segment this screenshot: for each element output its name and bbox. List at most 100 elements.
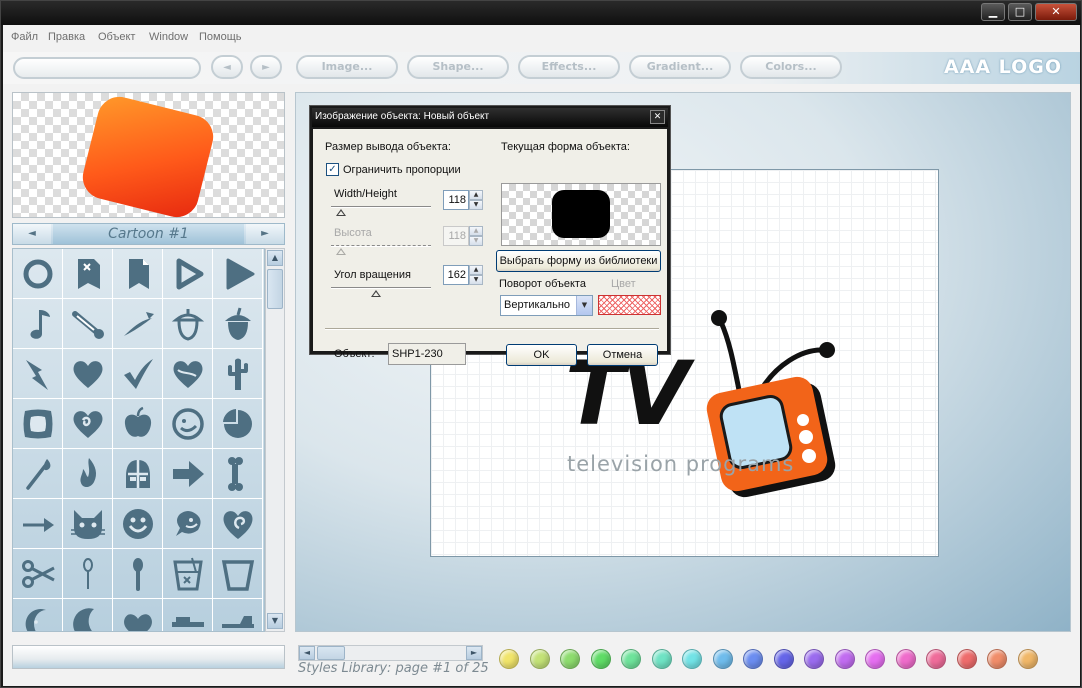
scroll-down-button[interactable]: ▼ bbox=[267, 613, 283, 629]
status-field[interactable] bbox=[12, 645, 285, 669]
shape-cell[interactable] bbox=[163, 599, 213, 631]
shape-cell[interactable] bbox=[113, 399, 163, 449]
shape-cell[interactable] bbox=[163, 399, 213, 449]
shape-cell[interactable] bbox=[213, 599, 263, 631]
shape-cell[interactable] bbox=[163, 449, 213, 499]
color-swatch[interactable] bbox=[834, 649, 855, 669]
rotation-spinner[interactable]: 162 ▲ ▼ bbox=[443, 265, 483, 285]
shape-cell[interactable] bbox=[113, 599, 163, 631]
close-button[interactable]: ✕ bbox=[1035, 3, 1077, 21]
colors-button[interactable]: Colors... bbox=[740, 55, 842, 79]
shape-cell[interactable] bbox=[113, 449, 163, 499]
color-swatch[interactable] bbox=[651, 649, 672, 669]
shape-cell[interactable] bbox=[163, 299, 213, 349]
canvas-h-scrollbar[interactable]: ◄ ► bbox=[298, 645, 483, 661]
maximize-button[interactable]: □ bbox=[1008, 3, 1032, 21]
menu-item-1[interactable]: Правка bbox=[48, 31, 85, 43]
shape-cell[interactable] bbox=[113, 349, 163, 399]
rotation-slider-thumb[interactable] bbox=[371, 290, 381, 297]
shape-cell[interactable] bbox=[163, 549, 213, 599]
h-scroll-left-button[interactable]: ◄ bbox=[299, 646, 315, 660]
shape-cell[interactable] bbox=[113, 499, 163, 549]
toolbar-name-field[interactable] bbox=[13, 57, 201, 79]
choose-shape-button[interactable]: Выбрать форму из библиотеки bbox=[496, 250, 661, 272]
library-prev-button[interactable]: ◄ bbox=[13, 224, 51, 244]
shape-cell[interactable] bbox=[13, 549, 63, 599]
width-height-spinner[interactable]: 118 ▲ ▼ bbox=[443, 190, 483, 210]
color-swatch[interactable] bbox=[743, 649, 763, 669]
color-picker[interactable] bbox=[598, 295, 661, 315]
color-swatch[interactable] bbox=[865, 649, 885, 669]
chevron-down-icon[interactable]: ▼ bbox=[576, 296, 592, 315]
shape-cell[interactable] bbox=[213, 249, 263, 299]
constrain-checkbox[interactable]: ✓ bbox=[326, 163, 339, 176]
title-bar[interactable]: ▁ □ ✕ bbox=[1, 1, 1081, 25]
color-swatch[interactable] bbox=[499, 649, 519, 669]
shape-cell[interactable] bbox=[163, 249, 213, 299]
rotation-slider[interactable] bbox=[331, 287, 431, 289]
scroll-thumb[interactable] bbox=[267, 269, 283, 309]
shape-cell[interactable] bbox=[63, 449, 113, 499]
width-height-slider[interactable] bbox=[331, 206, 431, 208]
shape-cell[interactable] bbox=[13, 349, 63, 399]
color-swatch[interactable] bbox=[956, 649, 977, 669]
toolbar-prev-button[interactable]: ◄ bbox=[211, 55, 243, 79]
cancel-button[interactable]: Отмена bbox=[587, 344, 658, 366]
h-scroll-right-button[interactable]: ► bbox=[466, 646, 482, 660]
color-swatch[interactable] bbox=[621, 649, 641, 669]
rotation-dir-select[interactable]: Вертикально ▼ bbox=[500, 295, 593, 316]
color-swatch[interactable] bbox=[804, 649, 824, 669]
minimize-button[interactable]: ▁ bbox=[981, 3, 1005, 21]
shape-cell[interactable] bbox=[13, 299, 63, 349]
color-swatch[interactable] bbox=[590, 649, 611, 669]
color-swatch[interactable] bbox=[895, 649, 916, 669]
shape-cell[interactable] bbox=[213, 549, 263, 599]
width-height-input[interactable]: 118 bbox=[443, 190, 469, 210]
width-height-up-button[interactable]: ▲ bbox=[469, 190, 483, 200]
width-height-down-button[interactable]: ▼ bbox=[469, 200, 483, 210]
shape-cell[interactable] bbox=[13, 249, 63, 299]
shape-cell[interactable] bbox=[63, 599, 113, 631]
shape-cell[interactable] bbox=[113, 249, 163, 299]
color-swatch[interactable] bbox=[987, 649, 1007, 669]
rotation-input[interactable]: 162 bbox=[443, 265, 469, 285]
dialog-close-button[interactable]: ✕ bbox=[650, 110, 665, 124]
shape-cell[interactable] bbox=[63, 499, 113, 549]
shape-cell[interactable] bbox=[13, 499, 63, 549]
menu-item-2[interactable]: Объект bbox=[98, 31, 135, 43]
gradient-button[interactable]: Gradient... bbox=[629, 55, 731, 79]
menu-item-3[interactable]: Window bbox=[149, 31, 188, 43]
scroll-up-button[interactable]: ▲ bbox=[267, 250, 283, 266]
shape-cell[interactable] bbox=[163, 349, 213, 399]
image-button[interactable]: Image... bbox=[296, 55, 398, 79]
shape-cell[interactable] bbox=[163, 499, 213, 549]
rotation-down-button[interactable]: ▼ bbox=[469, 275, 483, 285]
color-swatch[interactable] bbox=[560, 649, 580, 669]
shape-cell[interactable] bbox=[13, 449, 63, 499]
color-swatch[interactable] bbox=[1017, 649, 1038, 669]
library-scrollbar[interactable]: ▲ ▼ bbox=[265, 248, 285, 632]
ok-button[interactable]: OK bbox=[506, 344, 577, 366]
shape-cell[interactable] bbox=[213, 299, 263, 349]
shape-cell[interactable] bbox=[213, 349, 263, 399]
color-swatch[interactable] bbox=[926, 649, 946, 669]
shape-cell[interactable] bbox=[13, 399, 63, 449]
library-next-button[interactable]: ► bbox=[246, 224, 284, 244]
color-swatch[interactable] bbox=[773, 649, 794, 669]
h-scroll-thumb[interactable] bbox=[317, 646, 345, 660]
toolbar-next-button[interactable]: ► bbox=[250, 55, 282, 79]
width-height-slider-thumb[interactable] bbox=[336, 209, 346, 216]
shape-cell[interactable] bbox=[63, 399, 113, 449]
color-swatch[interactable] bbox=[529, 649, 550, 669]
shape-cell[interactable] bbox=[63, 299, 113, 349]
shape-cell[interactable] bbox=[213, 399, 263, 449]
shape-cell[interactable] bbox=[113, 549, 163, 599]
shape-cell[interactable] bbox=[13, 599, 63, 631]
shape-button[interactable]: Shape... bbox=[407, 55, 509, 79]
effects-button[interactable]: Effects... bbox=[518, 55, 620, 79]
shape-cell[interactable] bbox=[63, 549, 113, 599]
shape-cell[interactable] bbox=[63, 349, 113, 399]
shape-cell[interactable] bbox=[63, 249, 113, 299]
color-swatch[interactable] bbox=[712, 649, 733, 669]
rotation-up-button[interactable]: ▲ bbox=[469, 265, 483, 275]
